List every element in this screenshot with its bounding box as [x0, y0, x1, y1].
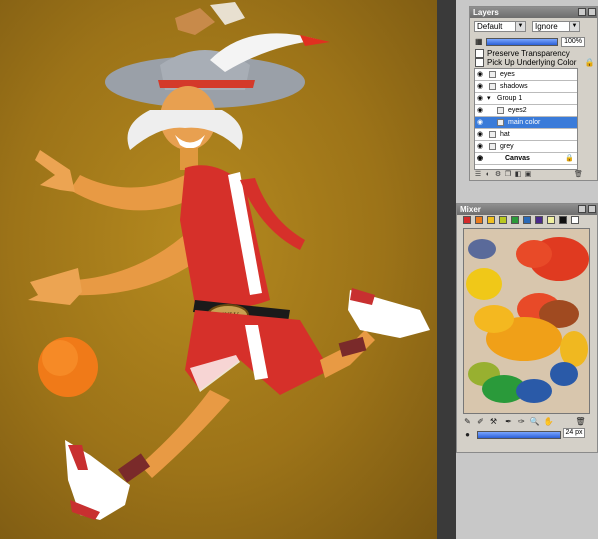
folder-expand-icon[interactable]: ▾ — [487, 93, 491, 104]
brush-size-icon: ● — [465, 430, 470, 439]
layer-list: ◉ eyes ◉ shadows ◉ ▾ Group 1 ◉ eyes2 ◉ m… — [474, 68, 578, 170]
mix-color-icon[interactable]: ⚒ — [488, 416, 499, 427]
color-swatch[interactable] — [571, 216, 579, 224]
layer-row-shadows[interactable]: ◉ shadows — [475, 81, 577, 93]
preserve-mode-value: Ignore — [535, 22, 558, 31]
preserve-transparency-row[interactable]: Preserve Transparency — [475, 49, 570, 59]
pick-up-color-checkbox[interactable] — [475, 58, 484, 68]
layers-titlebar[interactable]: Layers — [470, 7, 597, 18]
opacity-field[interactable]: 100% — [561, 37, 585, 47]
sample-multiple-icon[interactable]: ✑ — [516, 416, 527, 427]
pick-up-color-row[interactable]: Pick Up Underlying Color 🔒 — [475, 58, 595, 68]
layer-mask-icon[interactable]: ◧ — [514, 171, 522, 179]
chevron-down-icon: ▼ — [569, 22, 579, 31]
layer-name: main color — [508, 119, 541, 126]
layers-toolbar: ☰ ◐ ⚙ ❐ ◧ ▣ 🗑 — [474, 171, 594, 180]
minimize-icon[interactable] — [578, 8, 586, 16]
color-swatch[interactable] — [535, 216, 543, 224]
layer-name: shadows — [500, 83, 528, 90]
eye-icon[interactable]: ◉ — [477, 143, 485, 150]
color-swatch[interactable] — [511, 216, 519, 224]
layer-commands-icon[interactable]: ⚙ — [494, 171, 502, 179]
layer-row-group-1[interactable]: ◉ ▾ Group 1 — [475, 93, 577, 105]
close-icon[interactable] — [588, 205, 596, 213]
preserve-transparency-label: Preserve Transparency — [487, 49, 570, 58]
eyedropper-icon[interactable]: ✒ — [503, 416, 514, 427]
close-icon[interactable] — [588, 8, 596, 16]
layer-row-canvas[interactable]: ◉ Canvas 🔒 — [475, 153, 577, 165]
layer-row-eyes[interactable]: ◉ eyes — [475, 69, 577, 81]
mixer-panel: Mixer ✎ ✐ ⚒ ✒ ✑ 🔍 ✋ 🗑 ● — [456, 203, 598, 453]
layer-options-icon[interactable]: ☰ — [474, 171, 482, 179]
layer-name: Canvas — [505, 155, 530, 162]
trash-icon[interactable]: 🗑 — [574, 171, 583, 179]
brush-size-slider[interactable] — [477, 431, 561, 439]
layer-row-main-color[interactable]: ◉ main color — [475, 117, 577, 129]
layer-thumbnail — [497, 119, 504, 126]
opacity-icon: ▦ — [475, 37, 483, 46]
layer-row-hat[interactable]: ◉ hat — [475, 129, 577, 141]
layers-title: Layers — [473, 8, 499, 17]
layer-row-grey[interactable]: ◉ grey — [475, 141, 577, 153]
drawing-canvas[interactable]: UNLV — [0, 0, 437, 539]
layer-name: eyes — [500, 71, 515, 78]
apply-color-icon[interactable]: ✐ — [475, 416, 486, 427]
trash-icon[interactable]: 🗑 — [575, 416, 586, 427]
pick-up-color-label: Pick Up Underlying Color — [487, 58, 577, 67]
layer-name: eyes2 — [508, 107, 527, 114]
color-swatch[interactable] — [487, 216, 495, 224]
layer-name: Group 1 — [497, 95, 523, 102]
layer-thumbnail — [489, 71, 496, 78]
mixer-paint — [466, 237, 589, 403]
opacity-slider[interactable] — [486, 38, 558, 46]
minimize-icon[interactable] — [578, 205, 586, 213]
painting: UNLV — [28, 2, 430, 520]
eye-icon[interactable]: ◉ — [477, 95, 485, 102]
color-swatch[interactable] — [523, 216, 531, 224]
color-swatch[interactable] — [475, 216, 483, 224]
new-group-icon[interactable]: ❐ — [504, 171, 512, 179]
color-swatch[interactable] — [499, 216, 507, 224]
color-swatch[interactable] — [547, 216, 555, 224]
pan-icon[interactable]: ✋ — [543, 416, 554, 427]
mixer-titlebar[interactable]: Mixer — [457, 204, 597, 215]
new-layer-icon[interactable]: ▣ — [524, 171, 532, 179]
layer-name: grey — [500, 143, 514, 150]
color-swatch[interactable] — [559, 216, 567, 224]
lock-icon: 🔒 — [565, 155, 574, 162]
eye-icon[interactable]: ◉ — [477, 155, 485, 162]
mixer-title: Mixer — [460, 205, 481, 214]
layers-panel: Layers Default ▼ Ignore ▼ ▦ 100% Preserv… — [469, 6, 598, 181]
composite-method-select[interactable]: Default ▼ — [474, 21, 526, 32]
layer-thumbnail — [489, 83, 496, 90]
brush-size-field[interactable]: 24 px — [563, 428, 585, 438]
eye-icon[interactable]: ◉ — [477, 119, 485, 126]
eye-icon[interactable]: ◉ — [477, 83, 485, 90]
color-swatch[interactable] — [463, 216, 471, 224]
lock-icon: 🔒 — [584, 58, 595, 67]
layer-name: hat — [500, 131, 510, 138]
composite-method-value: Default — [477, 22, 503, 31]
zoom-icon[interactable]: 🔍 — [529, 416, 540, 427]
layer-row-eyes2[interactable]: ◉ eyes2 — [475, 105, 577, 117]
eye-icon[interactable]: ◉ — [477, 71, 485, 78]
layer-thumbnail — [497, 107, 504, 114]
layer-thumbnail — [489, 143, 496, 150]
eye-icon[interactable]: ◉ — [477, 107, 485, 114]
mixer-pad[interactable] — [463, 228, 590, 414]
eye-icon[interactable]: ◉ — [477, 131, 485, 138]
preserve-mode-select[interactable]: Ignore ▼ — [532, 21, 580, 32]
chevron-down-icon: ▼ — [515, 22, 525, 31]
dynamic-plugin-icon[interactable]: ◐ — [484, 171, 492, 179]
panel-separator — [437, 0, 456, 539]
layer-thumbnail — [489, 131, 496, 138]
dirty-brush-icon[interactable]: ✎ — [462, 416, 473, 427]
